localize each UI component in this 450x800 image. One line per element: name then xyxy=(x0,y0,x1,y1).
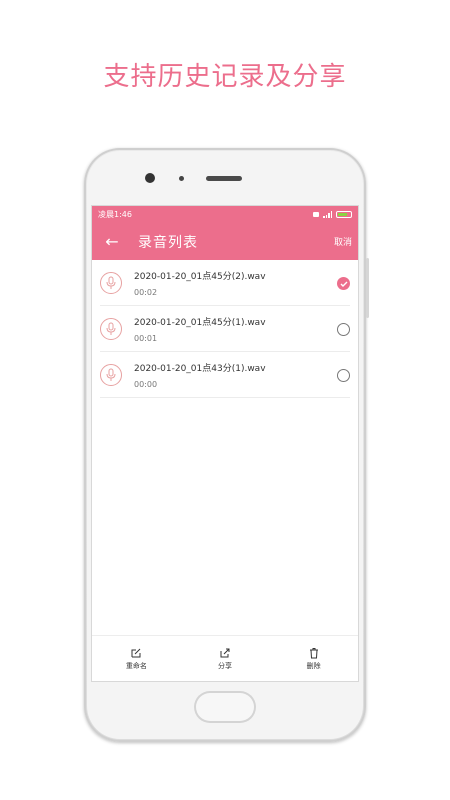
sensor xyxy=(179,176,184,181)
select-radio[interactable] xyxy=(337,323,350,336)
microphone-icon xyxy=(100,364,122,386)
page-headline: 支持历史记录及分享 xyxy=(103,62,347,92)
signal-icon xyxy=(323,211,332,218)
home-button[interactable] xyxy=(194,691,256,723)
share-icon xyxy=(220,648,230,657)
bottom-toolbar: 重命名 分享 删除 xyxy=(92,635,358,681)
sim-icon xyxy=(313,212,319,217)
page-title: 录音列表 xyxy=(138,234,198,251)
delete-label: 删除 xyxy=(306,661,321,670)
file-name: 2020-01-20_01点43分(1).wav xyxy=(134,364,266,374)
share-label: 分享 xyxy=(218,661,232,670)
list-item[interactable]: 2020-01-20_01点45分(2).wav 00:02 xyxy=(92,260,358,306)
file-duration: 00:01 xyxy=(134,334,158,343)
back-arrow-icon: ← xyxy=(105,232,119,251)
share-button[interactable]: 分享 xyxy=(181,636,270,681)
microphone-icon xyxy=(100,272,122,294)
app-bar: ← 录音列表 取消 xyxy=(92,223,358,260)
phone-screen: 凌晨1:46 ← 录音列表 取消 2020-01-20_01点45分(2).wa… xyxy=(92,206,358,681)
cancel-button[interactable]: 取消 xyxy=(334,235,352,248)
select-radio-checked[interactable] xyxy=(337,277,350,290)
file-name: 2020-01-20_01点45分(2).wav xyxy=(134,272,266,282)
rename-label: 重命名 xyxy=(125,661,147,670)
status-icons xyxy=(313,211,352,218)
edit-icon xyxy=(131,648,141,657)
file-duration: 00:00 xyxy=(134,380,158,389)
front-camera xyxy=(145,173,155,183)
list-item[interactable]: 2020-01-20_01点43分(1).wav 00:00 xyxy=(92,352,358,398)
trash-icon xyxy=(309,647,318,658)
checkmark-icon xyxy=(340,281,347,287)
list-item[interactable]: 2020-01-20_01点45分(1).wav 00:01 xyxy=(92,306,358,352)
battery-icon xyxy=(336,211,352,218)
rename-button[interactable]: 重命名 xyxy=(92,636,181,681)
microphone-icon xyxy=(100,318,122,340)
file-name: 2020-01-20_01点45分(1).wav xyxy=(134,318,266,328)
status-time: 凌晨1:46 xyxy=(98,210,132,219)
back-button[interactable]: ← xyxy=(92,232,132,251)
status-bar: 凌晨1:46 xyxy=(92,206,358,223)
select-radio[interactable] xyxy=(337,369,350,382)
file-duration: 00:02 xyxy=(134,288,158,297)
recording-list: 2020-01-20_01点45分(2).wav 00:02 2020-01-2… xyxy=(92,260,358,398)
earpiece-speaker xyxy=(206,176,242,181)
phone-side-button xyxy=(366,258,369,318)
delete-button[interactable]: 删除 xyxy=(269,636,358,681)
